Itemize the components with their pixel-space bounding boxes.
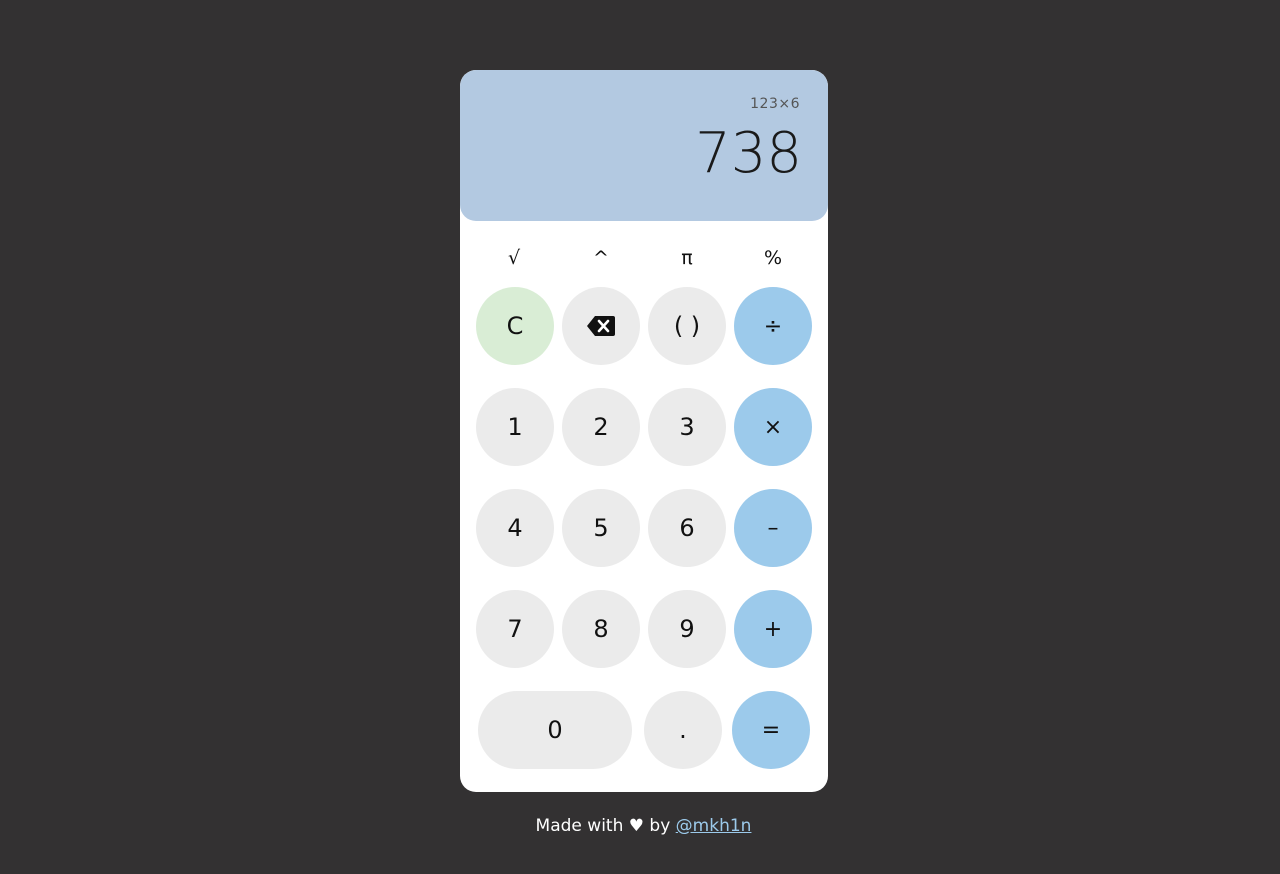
percent-button[interactable]: % bbox=[743, 242, 803, 274]
calculator: 123×6 738 √ ^ π % C ( ) ÷ 1 2 3 × 4 5 6 … bbox=[460, 70, 828, 792]
digit-7-button[interactable]: 7 bbox=[476, 590, 554, 668]
multiply-button[interactable]: × bbox=[734, 388, 812, 466]
clear-button[interactable]: C bbox=[476, 287, 554, 365]
minus-button[interactable]: – bbox=[734, 489, 812, 567]
footer-text: Made with ♥ by bbox=[535, 816, 671, 836]
digit-8-button[interactable]: 8 bbox=[562, 590, 640, 668]
expression-text: 123×6 bbox=[750, 96, 800, 112]
decimal-button[interactable]: . bbox=[644, 691, 722, 769]
sqrt-button[interactable]: √ bbox=[484, 242, 544, 274]
digit-3-button[interactable]: 3 bbox=[648, 388, 726, 466]
result-text: 738 bbox=[695, 121, 802, 186]
footer: Made with ♥ by @mkh1n bbox=[0, 816, 1280, 836]
digit-9-button[interactable]: 9 bbox=[648, 590, 726, 668]
pi-button[interactable]: π bbox=[657, 242, 717, 274]
plus-button[interactable]: + bbox=[734, 590, 812, 668]
function-row: √ ^ π % bbox=[460, 242, 828, 274]
author-link[interactable]: @mkh1n bbox=[676, 816, 752, 836]
digit-6-button[interactable]: 6 bbox=[648, 489, 726, 567]
digit-5-button[interactable]: 5 bbox=[562, 489, 640, 567]
equals-button[interactable]: = bbox=[732, 691, 810, 769]
digit-0-button[interactable]: 0 bbox=[478, 691, 632, 769]
digit-4-button[interactable]: 4 bbox=[476, 489, 554, 567]
divide-button[interactable]: ÷ bbox=[734, 287, 812, 365]
digit-2-button[interactable]: 2 bbox=[562, 388, 640, 466]
backspace-icon bbox=[587, 316, 615, 336]
digit-1-button[interactable]: 1 bbox=[476, 388, 554, 466]
backspace-button[interactable] bbox=[562, 287, 640, 365]
parentheses-button[interactable]: ( ) bbox=[648, 287, 726, 365]
display-panel: 123×6 738 bbox=[460, 70, 828, 221]
power-button[interactable]: ^ bbox=[571, 242, 631, 274]
